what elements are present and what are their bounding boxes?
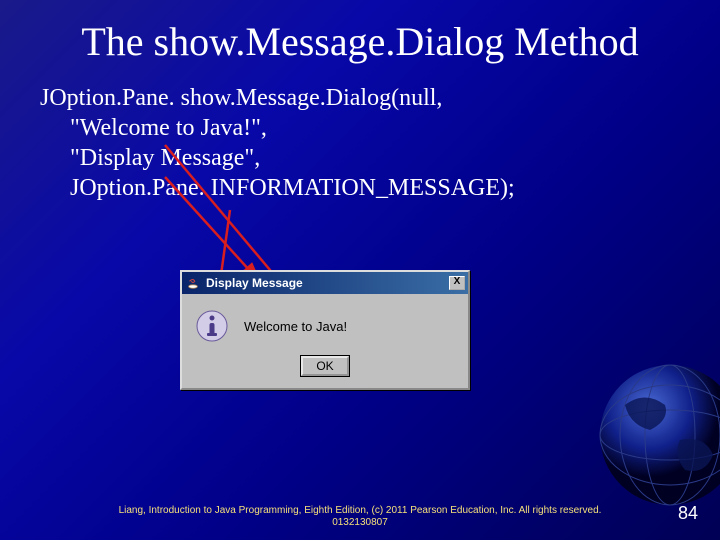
footer: Liang, Introduction to Java Programming,… [0,505,720,530]
code-line-3: "Display Message", [40,143,720,173]
page-number: 84 [678,503,698,524]
code-line-4: JOption.Pane. INFORMATION_MESSAGE); [40,173,720,203]
dialog-message: Welcome to Java! [244,319,347,334]
code-line-2: "Welcome to Java!", [40,113,720,143]
dialog-titlebar: Display Message X [182,272,468,294]
dialog-body: Welcome to Java! [182,294,468,352]
globe-graphic [595,360,720,510]
message-dialog: Display Message X Welcome to Java! OK [180,270,470,390]
code-line-1: JOption.Pane. show.Message.Dialog(null, [40,83,720,113]
java-coffee-icon [185,275,201,291]
slide-title: The show.Message.Dialog Method [0,0,720,75]
code-block: JOption.Pane. show.Message.Dialog(null, … [0,75,720,203]
ok-button[interactable]: OK [301,356,349,376]
dialog-button-row: OK [182,352,468,388]
footer-text: Liang, Introduction to Java Programming,… [100,505,620,529]
close-button[interactable]: X [449,276,465,290]
information-icon [194,308,230,344]
dialog-title: Display Message [206,276,449,290]
